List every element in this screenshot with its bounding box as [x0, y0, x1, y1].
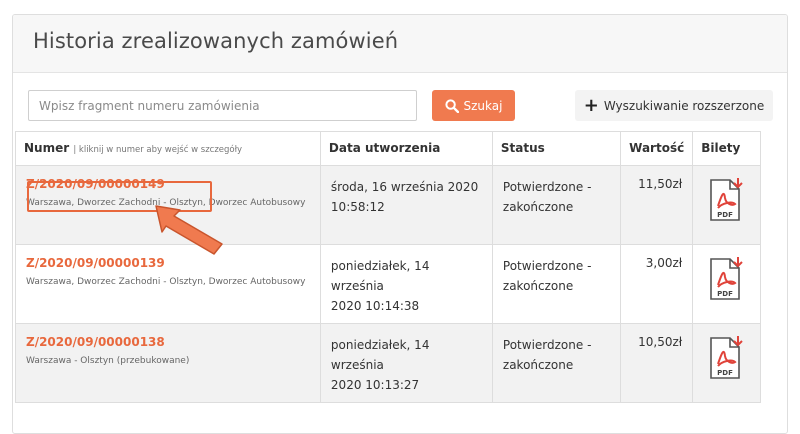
column-header-created: Data utworzenia: [319, 131, 493, 166]
order-status-line1: Potwierdzone -: [502, 338, 592, 352]
cell-tickets: PDF: [692, 165, 761, 245]
order-date-line2: 2020 10:14:38: [330, 299, 420, 313]
orders-table: Numer | kliknij w numer aby wejść w szcz…: [15, 131, 761, 403]
order-date-line1: środa, 16 września 2020: [330, 180, 479, 194]
advanced-search-label: Wyszukiwanie rozszerzone: [603, 98, 765, 113]
table-row: Z/2020/09/00000139 Warszawa, Dworzec Zac…: [15, 244, 761, 324]
column-header-number: Numer | kliknij w numer aby wejść w szcz…: [15, 131, 321, 166]
table-row: Z/2020/09/00000138 Warszawa - Olsztyn (p…: [15, 323, 761, 403]
order-route: Warszawa, Dworzec Zachodni - Olsztyn, Dw…: [26, 277, 306, 287]
pdf-label: PDF: [717, 211, 733, 219]
column-number-label: Numer: [24, 141, 70, 155]
plus-icon: +: [583, 94, 599, 116]
order-status-line1: Potwierdzone -: [502, 180, 592, 194]
advanced-search-button[interactable]: + Wyszukiwanie rozszerzone: [575, 90, 773, 121]
order-date-line2: 10:58:12: [330, 200, 385, 214]
order-status-line2: zakończone: [502, 200, 574, 214]
order-number-link[interactable]: Z/2020/09/00000138: [26, 335, 310, 349]
pdf-label: PDF: [717, 369, 733, 377]
cell-status: Potwierdzone - zakończone: [491, 323, 622, 403]
cell-tickets: PDF: [692, 244, 761, 324]
pointer-arrow: [155, 205, 223, 255]
order-value: 10,50zł: [620, 323, 694, 403]
search-input[interactable]: [28, 90, 417, 121]
column-header-status: Status: [491, 131, 622, 166]
order-route: Warszawa - Olsztyn (przebukowane): [26, 356, 190, 366]
cell-tickets: PDF: [692, 323, 761, 403]
pdf-download-icon[interactable]: PDF: [708, 176, 746, 224]
order-value: 11,50zł: [620, 165, 694, 245]
column-header-tickets: Bilety: [692, 131, 761, 166]
column-header-value: Wartość: [620, 131, 694, 166]
order-value: 3,00zł: [620, 244, 694, 324]
cell-date: poniedziałek, 14 września 2020 10:14:38: [319, 244, 493, 324]
table-header-row: Numer | kliknij w numer aby wejść w szcz…: [15, 131, 761, 166]
panel-header: Historia zrealizowanych zamówień: [13, 15, 787, 73]
pdf-download-icon[interactable]: PDF: [708, 255, 746, 303]
search-button-label: Szukaj: [463, 98, 503, 113]
cell-date: środa, 16 września 2020 10:58:12: [319, 165, 493, 245]
order-date-line1: poniedziałek, 14 września: [330, 259, 430, 293]
pdf-label: PDF: [717, 290, 733, 298]
cell-status: Potwierdzone - zakończone: [491, 244, 622, 324]
cell-date: poniedziałek, 14 września 2020 10:13:27: [319, 323, 493, 403]
column-number-hint: | kliknij w numer aby wejść w szczegóły: [73, 145, 243, 155]
order-status-line2: zakończone: [502, 279, 574, 293]
order-date-line2: 2020 10:13:27: [330, 378, 420, 392]
search-icon: [444, 98, 459, 113]
cell-status: Potwierdzone - zakończone: [491, 165, 622, 245]
cell-number: Z/2020/09/00000138 Warszawa - Olsztyn (p…: [15, 323, 321, 403]
order-date-line1: poniedziałek, 14 września: [330, 338, 430, 372]
search-button[interactable]: Szukaj: [432, 90, 515, 121]
order-status-line1: Potwierdzone -: [502, 259, 592, 273]
page-title: Historia zrealizowanych zamówień: [33, 29, 399, 53]
order-status-line2: zakończone: [502, 358, 574, 372]
pdf-download-icon[interactable]: PDF: [708, 334, 746, 382]
